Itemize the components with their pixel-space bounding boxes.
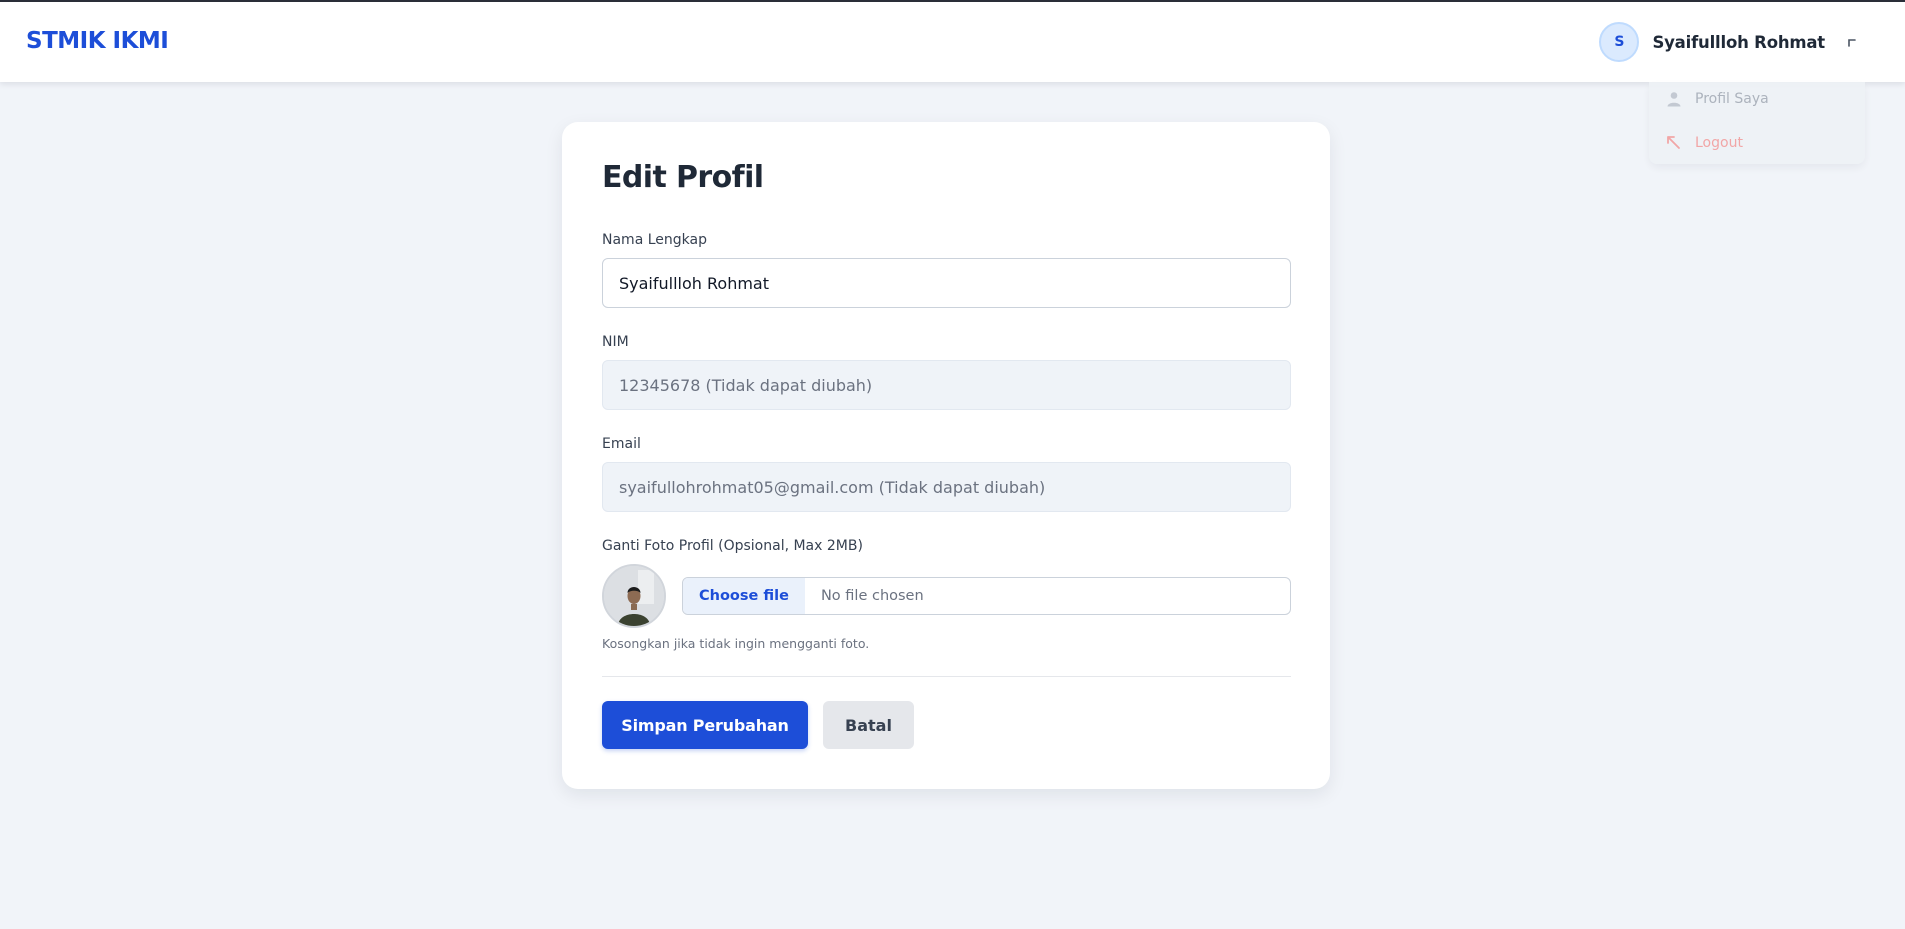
photo-upload-row: Choose file No file chosen [602, 564, 1291, 628]
navbar: STMIK IKMI S Syaifullloh Rohmat [0, 2, 1905, 82]
logout-icon [1667, 136, 1680, 149]
cancel-button[interactable]: Batal [823, 701, 914, 749]
save-button[interactable]: Simpan Perubahan [602, 701, 808, 749]
file-input[interactable]: Choose file No file chosen [682, 577, 1291, 615]
divider [602, 676, 1291, 677]
menu-item-logout[interactable]: Logout [1665, 131, 1743, 155]
choose-file-button[interactable]: Choose file [683, 578, 805, 614]
file-status: No file chosen [820, 588, 924, 604]
user-name: Syaifullloh Rohmat [1652, 32, 1825, 52]
menu-item-logout-label: Logout [1695, 135, 1743, 151]
email-label: Email [602, 436, 641, 452]
edit-profile-card: Edit Profil Nama Lengkap NIM Email Ganti… [562, 122, 1330, 789]
brand-logo[interactable]: STMIK IKMI [26, 28, 169, 54]
user-icon [1667, 92, 1681, 107]
avatar: S [1599, 22, 1640, 62]
photo-hint: Kosongkan jika tidak ingin mengganti fot… [602, 636, 870, 651]
full-name-label: Nama Lengkap [602, 232, 707, 248]
caret-icon [1848, 39, 1856, 47]
nim-label: NIM [602, 334, 629, 350]
photo-label: Ganti Foto Profil (Opsional, Max 2MB) [602, 538, 863, 554]
user-dropdown-menu: Profil Saya Logout [1649, 82, 1865, 164]
nim-input [602, 360, 1291, 410]
email-input [602, 462, 1291, 512]
page-title: Edit Profil [602, 160, 764, 195]
full-name-input[interactable] [602, 258, 1291, 308]
user-menu-toggle[interactable]: S Syaifullloh Rohmat [1599, 22, 1857, 62]
menu-item-profile-label: Profil Saya [1695, 91, 1769, 107]
menu-item-profile[interactable]: Profil Saya [1665, 87, 1769, 111]
current-profile-photo [602, 564, 666, 628]
